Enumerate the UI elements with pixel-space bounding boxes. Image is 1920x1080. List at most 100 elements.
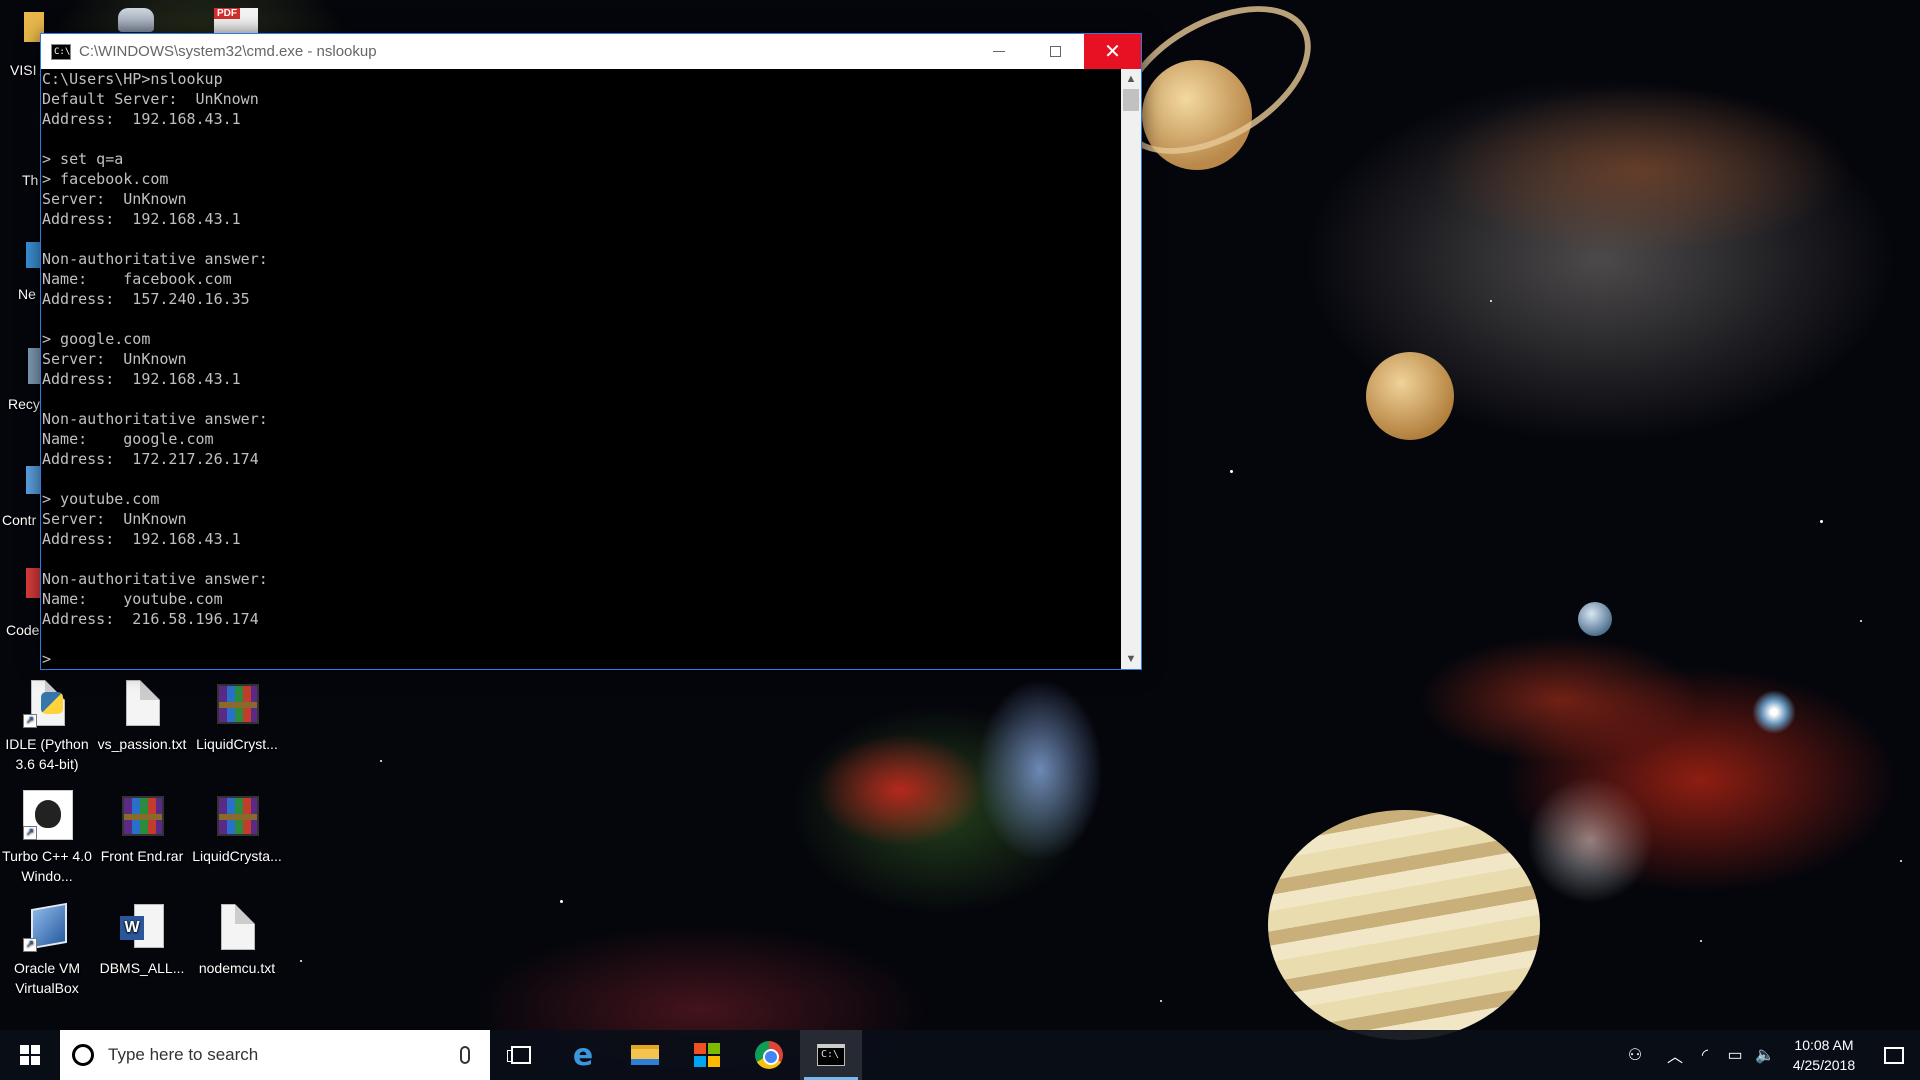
desktop-icon-nodemcu[interactable]: nodemcu.txt [192,902,282,978]
console-line: Name: facebook.com [42,270,232,288]
taskbar-file-explorer[interactable] [614,1030,676,1080]
wallpaper-painting [740,660,1190,930]
desktop-icon-label: Contr [2,512,37,528]
desktop-icon-label: vs_passion.txt [97,736,187,752]
wifi-icon[interactable]: ◜ [1690,1045,1720,1065]
desktop-icon-liquidcrystal-2[interactable]: LiquidCrysta... [192,790,282,866]
desktop-icon-label: Turbo C++ 4.0 Windo... [2,848,92,884]
console-line: Address: 172.217.26.174 [42,450,259,468]
window-title: C:\WINDOWS\system32\cmd.exe - nslookup [79,43,377,60]
desktop-icon-label: Oracle VM VirtualBox [13,960,81,996]
chrome-icon [755,1041,783,1069]
desktop-icon-liquidcrystal-1[interactable]: LiquidCryst... [192,678,282,754]
desktop-icon-virtualbox[interactable]: ↗ Oracle VM VirtualBox [2,902,92,998]
console-line: Server: UnKnown [42,510,187,528]
star [380,760,382,762]
desktop-icon-label: nodemcu.txt [198,960,276,976]
cortana-circle-icon [72,1044,94,1066]
chevron-up-icon[interactable]: ︿ [1660,1043,1690,1067]
console-line: > [42,650,52,668]
network-icon [26,242,40,268]
star [1860,620,1862,622]
microphone-icon[interactable] [460,1046,470,1064]
virtualbox-icon: ↗ [21,902,73,954]
codeblocks-icon [26,568,40,598]
console-line: C:\Users\HP>nslookup [42,70,223,88]
desktop-icon-label: Ne [18,286,36,302]
desktop-icon-label: LiquidCrysta... [192,848,282,864]
console-line: Non-authoritative answer: [42,410,268,428]
scroll-up-icon[interactable]: ▲ [1121,69,1141,89]
console-line: Address: 192.168.43.1 [42,370,241,388]
desktop-icon-label: Th [22,172,39,188]
console-line: Address: 192.168.43.1 [42,530,241,548]
cmd-icon: C:\ [817,1044,845,1066]
taskbar-clock[interactable]: 10:08 AM 4/25/2018 [1780,1035,1868,1075]
desktop-icon-label: IDLE (Python 3.6 64-bit) [5,736,89,772]
maximize-icon [1050,46,1061,57]
desktop-icon-label: Front End.rar [100,848,184,864]
desktop-icon-label: DBMS_ALL... [99,960,185,976]
console-line: Address: 216.58.196.174 [42,610,259,628]
apple-logo-icon: ↗ [21,790,73,842]
pdf-icon[interactable]: PDF [214,8,258,34]
desktop-icon-label: Code [6,622,40,638]
windows-logo-icon [20,1045,40,1065]
edge-icon: e [572,1037,594,1073]
search-placeholder: Type here to search [108,1045,259,1064]
console-line: > facebook.com [42,170,169,188]
database-icon[interactable] [118,8,154,32]
cmd-window[interactable]: C:\ C:\WINDOWS\system32\cmd.exe - nslook… [40,33,1142,670]
console-line: Name: google.com [42,430,214,448]
desktop-icon-vs-passion[interactable]: vs_passion.txt [97,678,187,754]
maximize-button[interactable] [1027,34,1084,69]
desktop-icon-idle-python[interactable]: ↗ IDLE (Python 3.6 64-bit) [2,678,92,774]
taskbar-cmd[interactable]: C:\ [800,1030,862,1080]
console-line: Address: 192.168.43.1 [42,110,241,128]
task-view-button[interactable] [490,1030,552,1080]
vertical-scrollbar[interactable]: ▲ ▼ [1121,69,1141,669]
taskbar-store[interactable] [676,1030,738,1080]
star [1900,860,1902,862]
winrar-icon [116,790,168,842]
taskbar-chrome[interactable] [738,1030,800,1080]
console-line: Name: youtube.com [42,590,223,608]
taskbar-search-box[interactable]: Type here to search [60,1030,490,1080]
system-tray: ⚇ ︿ ◜ ▭ 🔈 10:08 AM 4/25/2018 [1620,1030,1920,1080]
pdf-badge: PDF [214,8,240,19]
taskbar-edge[interactable]: e [552,1030,614,1080]
console-output[interactable]: C:\Users\HP>nslookup Default Server: UnKn… [41,69,1122,669]
console-line: Address: 157.240.16.35 [42,290,250,308]
star [1230,470,1233,473]
volume-icon[interactable]: 🔈 [1750,1045,1780,1065]
console-line: Default Server: UnKnown [42,90,259,108]
console-line: > google.com [42,330,151,348]
people-icon[interactable]: ⚇ [1620,1045,1650,1065]
desktop-icon-turbo-cpp[interactable]: ↗ Turbo C++ 4.0 Windo... [2,790,92,886]
action-center-button[interactable] [1868,1046,1920,1064]
star [1490,300,1492,302]
desktop-icon-dbms[interactable]: W DBMS_ALL... [97,902,187,978]
scroll-thumb[interactable] [1123,89,1139,111]
close-button[interactable]: ✕ [1084,34,1141,69]
battery-icon[interactable]: ▭ [1720,1045,1750,1065]
minimize-button[interactable] [970,34,1027,69]
star [560,900,563,903]
scroll-down-icon[interactable]: ▼ [1121,649,1141,669]
text-file-icon [211,902,263,954]
start-button[interactable] [0,1030,60,1080]
console-line: Server: UnKnown [42,190,187,208]
winrar-icon [211,790,263,842]
desktop-icon-front-end-rar[interactable]: Front End.rar [97,790,187,866]
console-line: Server: UnKnown [42,350,187,368]
console-line: Non-authoritative answer: [42,570,268,588]
python-icon: ↗ [21,678,73,730]
minimize-icon [992,51,1005,52]
console-line: > youtube.com [42,490,160,508]
clock-time: 10:08 AM [1794,1037,1854,1053]
window-titlebar[interactable]: C:\ C:\WINDOWS\system32\cmd.exe - nslook… [41,34,1141,69]
